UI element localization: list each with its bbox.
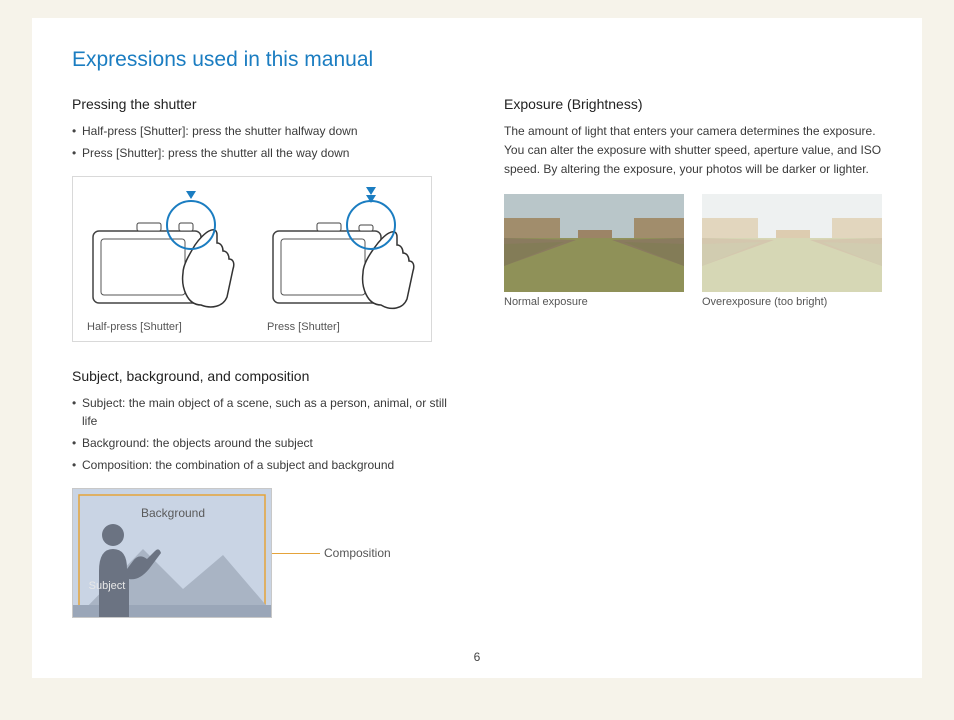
photo-normal-image xyxy=(504,194,684,292)
full-press-diagram: Press [Shutter] xyxy=(267,187,427,333)
camera-half-press-icon xyxy=(87,187,247,317)
bullet-half-press: Half-press [Shutter]: press the shutter … xyxy=(72,122,450,140)
caption-half-press: Half-press [Shutter] xyxy=(87,321,247,333)
caption-normal-exposure: Normal exposure xyxy=(504,296,684,308)
composition-diagram-wrap: Background Subject Composition xyxy=(72,488,450,618)
composition-diagram: Background Subject xyxy=(72,488,272,618)
left-column: Pressing the shutter Half-press [Shutter… xyxy=(72,92,450,618)
subhead-exposure: Exposure (Brightness) xyxy=(504,96,882,112)
manual-page: Expressions used in this manual Pressing… xyxy=(32,18,922,678)
bullet-background: Background: the objects around the subje… xyxy=(72,434,450,452)
composition-bullets: Subject: the main object of a scene, suc… xyxy=(72,394,450,474)
composition-illustration-icon: Background Subject xyxy=(73,489,271,617)
shutter-diagram-box: Half-press [Shutter] xyxy=(72,176,432,342)
caption-overexposure: Overexposure (too bright) xyxy=(702,296,882,308)
label-composition: Composition xyxy=(324,546,391,560)
page-number: 6 xyxy=(32,650,922,664)
page-title: Expressions used in this manual xyxy=(72,48,882,72)
right-column: Exposure (Brightness) The amount of ligh… xyxy=(504,92,882,618)
shutter-bullets: Half-press [Shutter]: press the shutter … xyxy=(72,122,450,162)
bullet-subject: Subject: the main object of a scene, suc… xyxy=(72,394,450,430)
exposure-photos: Normal exposure xyxy=(504,194,882,308)
two-columns: Pressing the shutter Half-press [Shutter… xyxy=(72,92,882,618)
composition-connector-line xyxy=(272,553,320,554)
label-subject: Subject xyxy=(89,580,126,592)
subhead-subject-background-composition: Subject, background, and composition xyxy=(72,368,450,384)
label-background: Background xyxy=(141,506,205,520)
exposure-paragraph: The amount of light that enters your cam… xyxy=(504,122,882,180)
bullet-full-press: Press [Shutter]: press the shutter all t… xyxy=(72,144,450,162)
bullet-composition: Composition: the combination of a subjec… xyxy=(72,456,450,474)
caption-full-press: Press [Shutter] xyxy=(267,321,427,333)
photo-overexposed-image xyxy=(702,194,882,292)
subhead-pressing-shutter: Pressing the shutter xyxy=(72,96,450,112)
photo-normal: Normal exposure xyxy=(504,194,684,308)
photo-overexposed: Overexposure (too bright) xyxy=(702,194,882,308)
half-press-diagram: Half-press [Shutter] xyxy=(87,187,247,333)
camera-full-press-icon xyxy=(267,187,427,317)
